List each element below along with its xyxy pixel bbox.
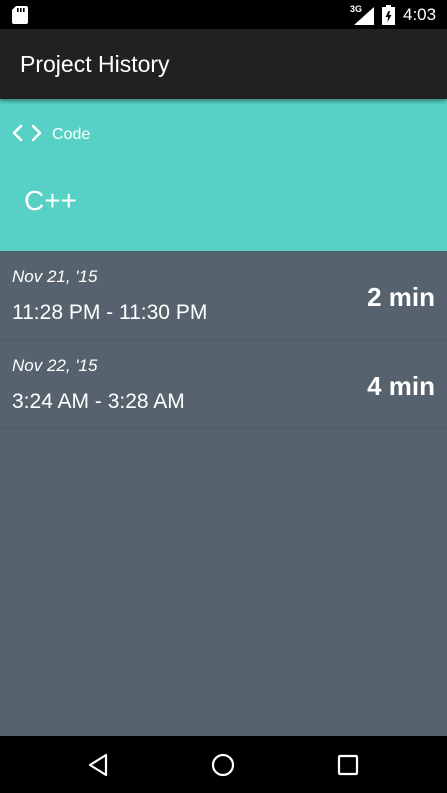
status-time: 4:03 bbox=[403, 5, 437, 24]
code-icon bbox=[12, 123, 42, 148]
signal-icon bbox=[354, 7, 374, 30]
session-date: Nov 22, '15 bbox=[12, 356, 98, 375]
session-list: Nov 21, '15 11:28 PM - 11:30 PM 2 min No… bbox=[0, 251, 447, 429]
navigation-bar bbox=[0, 736, 447, 793]
back-icon[interactable] bbox=[87, 753, 111, 777]
session-duration: 2 min bbox=[367, 282, 435, 312]
session-duration: 4 min bbox=[367, 371, 435, 401]
session-row[interactable]: Nov 21, '15 11:28 PM - 11:30 PM 2 min bbox=[0, 251, 447, 340]
project-header: Code C++ bbox=[0, 99, 447, 251]
project-category: Code bbox=[52, 126, 91, 143]
signal-indicator: 3G bbox=[350, 4, 374, 25]
session-row[interactable]: Nov 22, '15 3:24 AM - 3:28 AM 4 min bbox=[0, 340, 447, 429]
session-date: Nov 21, '15 bbox=[12, 267, 98, 286]
status-bar: 3G 4:03 bbox=[0, 0, 447, 29]
session-time-range: 11:28 PM - 11:30 PM bbox=[12, 301, 208, 324]
page-title: Project History bbox=[20, 51, 170, 77]
home-icon[interactable] bbox=[211, 753, 235, 777]
battery-icon bbox=[382, 5, 395, 30]
recents-icon[interactable] bbox=[336, 753, 360, 777]
project-name: C++ bbox=[24, 185, 77, 216]
session-time-range: 3:24 AM - 3:28 AM bbox=[12, 390, 185, 413]
sd-card-icon bbox=[12, 6, 28, 29]
app-bar: Project History bbox=[0, 29, 447, 99]
